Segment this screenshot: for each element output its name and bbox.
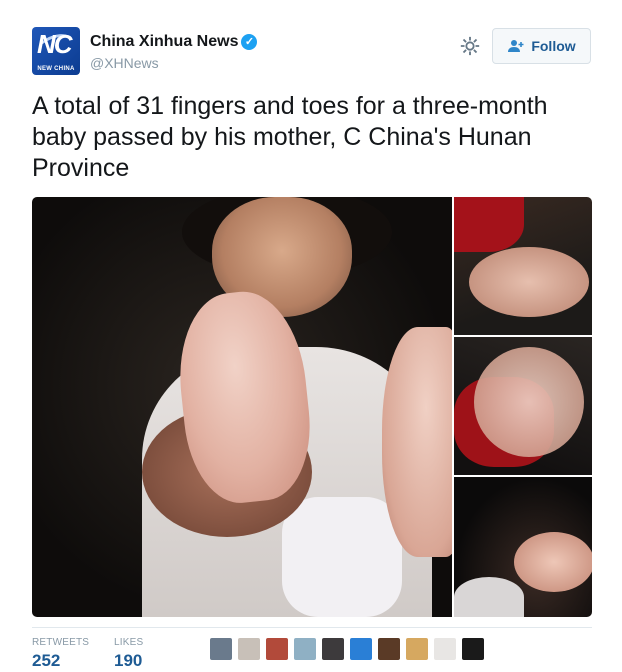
thumb-cloth bbox=[454, 577, 524, 617]
follow-label: Follow bbox=[531, 38, 576, 54]
avatar-subtext: NEW CHINA bbox=[37, 66, 75, 72]
liker-avatar[interactable] bbox=[350, 638, 372, 660]
retweets-count: 252 bbox=[32, 651, 61, 670]
display-name-row[interactable]: China Xinhua News ✓ bbox=[90, 33, 258, 51]
tweet-text: A total of 31 fingers and toes for a thr… bbox=[32, 92, 548, 182]
liker-avatar[interactable] bbox=[378, 638, 400, 660]
liker-avatar[interactable] bbox=[238, 638, 260, 660]
media-photo-thumb-2[interactable] bbox=[454, 337, 592, 475]
follow-button[interactable]: Follow bbox=[492, 28, 591, 64]
media-photo-thumb-1[interactable] bbox=[454, 197, 592, 335]
liker-avatar[interactable] bbox=[294, 638, 316, 660]
retweets-stat[interactable]: RETWEETS 252 bbox=[32, 637, 89, 671]
liker-avatar[interactable] bbox=[322, 638, 344, 660]
likes-stat[interactable]: LIKES 190 bbox=[114, 637, 143, 671]
verified-badge-icon: ✓ bbox=[241, 34, 258, 50]
thumb-foot bbox=[474, 347, 584, 457]
liker-avatar[interactable] bbox=[462, 638, 484, 660]
media-photo-thumb-3[interactable] bbox=[454, 477, 592, 617]
display-name[interactable]: China Xinhua News bbox=[90, 33, 238, 50]
gear-icon[interactable] bbox=[459, 35, 481, 57]
retweets-label: RETWEETS bbox=[32, 637, 90, 648]
likers-avatars bbox=[210, 638, 484, 660]
likes-label: LIKES bbox=[114, 637, 144, 648]
add-user-icon bbox=[508, 40, 524, 52]
avatar[interactable]: NC NEW CHINA bbox=[32, 27, 80, 75]
user-handle[interactable]: @XHNews bbox=[90, 55, 159, 71]
liker-avatar[interactable] bbox=[406, 638, 428, 660]
likes-count: 190 bbox=[114, 651, 143, 670]
avatar-logo-text: NC bbox=[37, 29, 73, 59]
liker-avatar[interactable] bbox=[434, 638, 456, 660]
liker-avatar[interactable] bbox=[210, 638, 232, 660]
tweet-stats: RETWEETS 252 LIKES 190 bbox=[32, 627, 592, 672]
thumb-hand bbox=[514, 532, 592, 592]
photo-foot-right bbox=[382, 327, 452, 557]
media-grid bbox=[32, 197, 592, 617]
thumb-hand bbox=[469, 247, 589, 317]
liker-avatar[interactable] bbox=[266, 638, 288, 660]
media-photo-main[interactable] bbox=[32, 197, 452, 617]
photo-diaper bbox=[282, 497, 402, 617]
thumb-fabric bbox=[454, 197, 524, 252]
